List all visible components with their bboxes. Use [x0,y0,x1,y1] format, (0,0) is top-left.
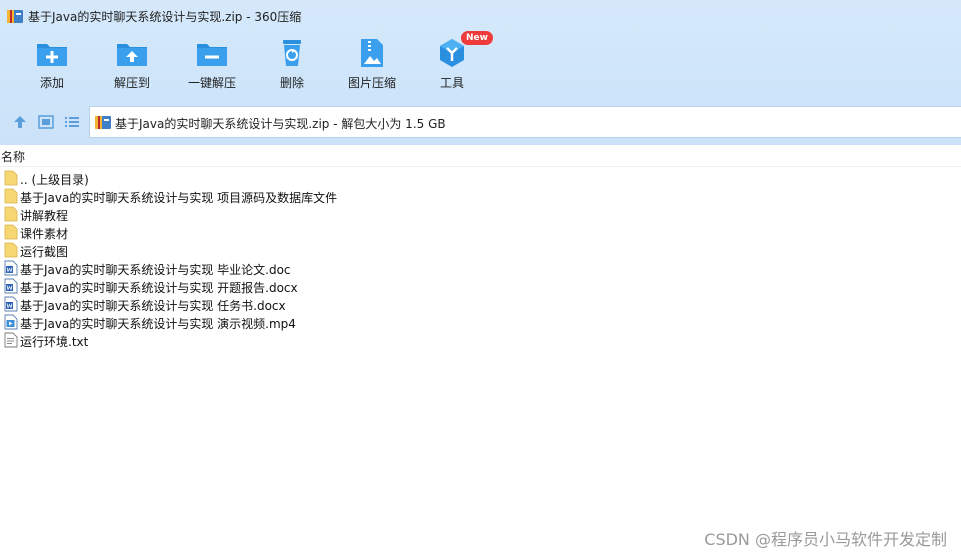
tools-label: 工具 [439,76,464,90]
folder-icon [4,206,18,222]
tools-button[interactable]: New 工具 [414,31,493,98]
list-item-label: 基于Java的实时聊天系统设计与实现 项目源码及数据库文件 [20,191,338,205]
one-click-extract-label: 一键解压 [187,76,236,90]
recycle-bin-icon [283,40,301,66]
list-item-label: 基于Java的实时聊天系统设计与实现 任务书.docx [20,299,286,313]
window-chrome: 基于Java的实时聊天系统设计与实现.zip - 360压缩 添加 解压到 一键… [0,0,961,145]
thumbnail-view-icon[interactable] [37,113,55,131]
address-text: 基于Java的实时聊天系统设计与实现.zip - 解包大小为 1.5 GB [115,117,446,131]
word-doc-icon [4,278,18,294]
delete-label: 删除 [279,76,304,90]
list-item[interactable]: 课件素材 [0,223,961,241]
list-item[interactable]: 运行截图 [0,241,961,259]
list-item-label: 课件素材 [20,227,69,241]
window-title: 基于Java的实时聊天系统设计与实现.zip - 360压缩 [28,10,302,24]
list-item-label: 讲解教程 [20,209,69,223]
list-item[interactable]: 基于Java的实时聊天系统设计与实现 毕业论文.doc [0,259,961,277]
address-bar[interactable]: 基于Java的实时聊天系统设计与实现.zip - 解包大小为 1.5 GB [89,106,961,138]
folder-icon [4,242,18,258]
folder-icon [4,188,18,204]
folder-icon [4,170,18,186]
list-header: 名称 [0,145,961,167]
add-label: 添加 [39,76,64,90]
list-item[interactable]: 运行环境.txt [0,331,961,349]
watermark: CSDN @程序员小马软件开发定制 [704,530,947,549]
archive-file-icon [95,116,111,129]
extract-to-button[interactable]: 解压到 [94,36,170,98]
text-file-icon [4,332,18,348]
list-item-label: 运行截图 [20,245,69,259]
list-item-label: 基于Java的实时聊天系统设计与实现 毕业论文.doc [20,263,291,277]
title-bar: 基于Java的实时聊天系统设计与实现.zip - 360压缩 [0,0,961,32]
one-click-extract-icon [197,44,227,66]
list-item[interactable]: .. (上级目录) [0,169,961,187]
video-file-icon [4,314,18,330]
archive-app-icon [7,10,23,23]
up-arrow-icon[interactable] [11,113,29,131]
image-compress-button[interactable]: 图片压缩 [334,36,410,98]
list-item-label: 基于Java的实时聊天系统设计与实现 演示视频.mp4 [20,317,296,331]
folder-icon [4,224,18,240]
new-badge: New [461,31,493,45]
list-item[interactable]: 讲解教程 [0,205,961,223]
image-compress-icon [361,39,383,67]
delete-button[interactable]: 删除 [254,36,330,98]
word-doc-icon [4,296,18,312]
list-view-icon[interactable] [63,113,81,131]
list-item-label: 运行环境.txt [20,335,89,349]
file-list: .. (上级目录) 基于Java的实时聊天系统设计与实现 项目源码及数据库文件 … [0,169,961,349]
extract-to-icon [117,44,147,66]
list-item[interactable]: 基于Java的实时聊天系统设计与实现 演示视频.mp4 [0,313,961,331]
list-item[interactable]: 基于Java的实时聊天系统设计与实现 开题报告.docx [0,277,961,295]
extract-to-label: 解压到 [113,76,150,90]
word-doc-icon [4,260,18,276]
add-button[interactable]: 添加 [14,36,90,98]
list-item-label: .. (上级目录) [20,173,89,187]
list-item[interactable]: 基于Java的实时聊天系统设计与实现 任务书.docx [0,295,961,313]
one-click-extract-button[interactable]: 一键解压 [174,36,250,98]
list-item[interactable]: 基于Java的实时聊天系统设计与实现 项目源码及数据库文件 [0,187,961,205]
add-folder-icon [37,44,67,66]
image-compress-label: 图片压缩 [347,76,396,90]
list-item-label: 基于Java的实时聊天系统设计与实现 开题报告.docx [20,281,298,295]
navigation-row: 基于Java的实时聊天系统设计与实现.zip - 解包大小为 1.5 GB [0,106,961,138]
column-header-name[interactable]: 名称 [1,148,25,165]
